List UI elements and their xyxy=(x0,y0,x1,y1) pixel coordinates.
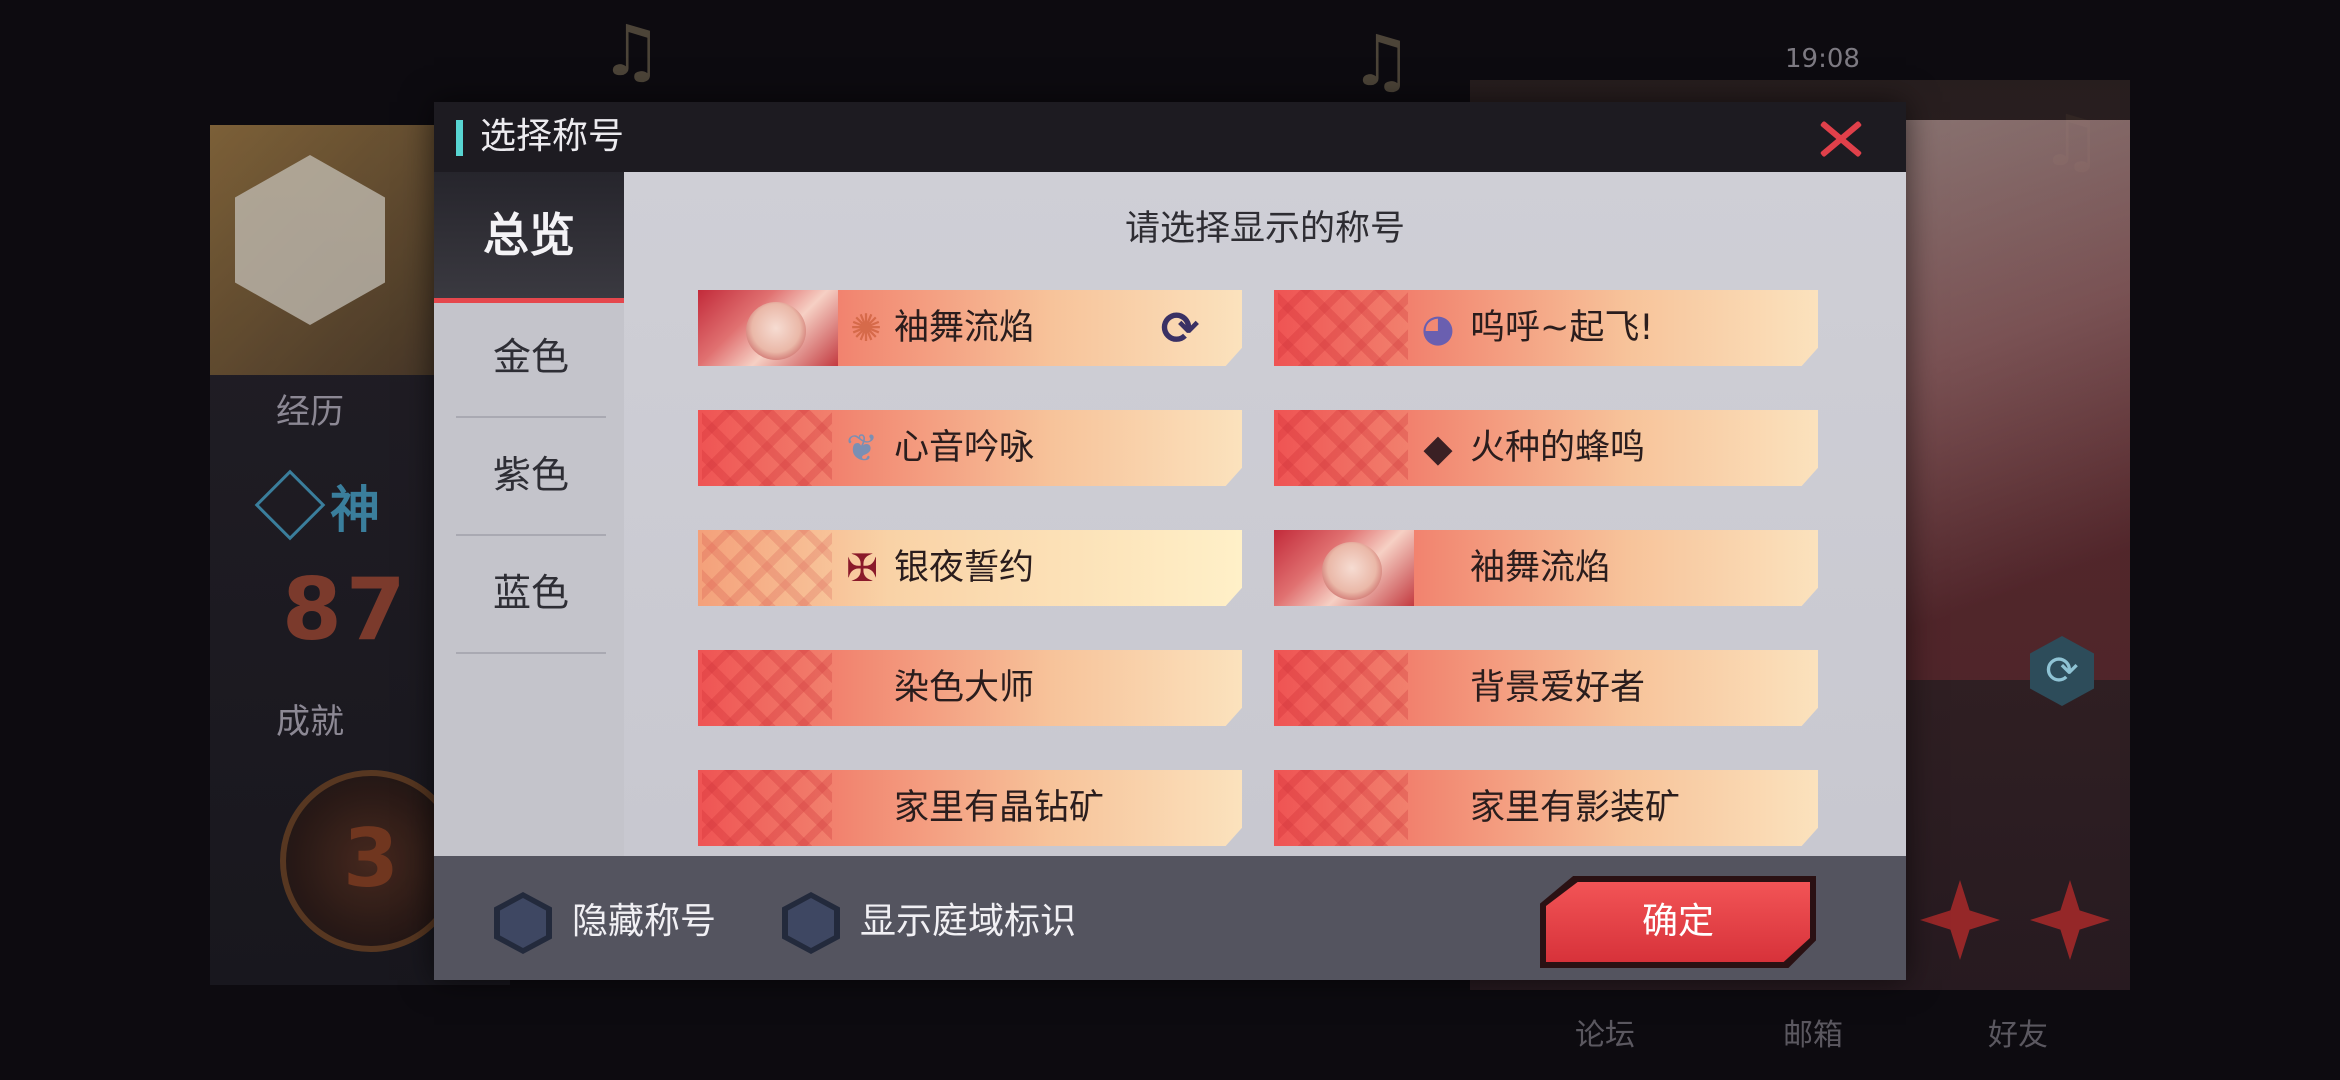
pattern-decoration xyxy=(702,410,832,486)
nav-mailbox[interactable]: 邮箱 xyxy=(1783,1010,1843,1054)
pattern-decoration xyxy=(702,530,832,606)
show-domain-checkbox[interactable] xyxy=(782,892,840,954)
close-icon[interactable] xyxy=(1820,118,1862,160)
title-card-background-fan[interactable]: 背景爱好者 xyxy=(1274,650,1818,726)
title-card-shadow-mine[interactable]: 家里有影装矿 xyxy=(1274,770,1818,846)
title-label: 银夜誓约 xyxy=(894,548,1035,588)
pattern-decoration xyxy=(1278,290,1408,366)
title-card-heart-chant[interactable]: ❦ 心音吟咏 xyxy=(698,410,1242,486)
title-card-sleeve-flame[interactable]: ✺ 袖舞流焰 ⟳ xyxy=(698,290,1242,366)
title-label: 家里有影装矿 xyxy=(1470,788,1681,828)
pattern-decoration xyxy=(702,650,832,726)
pattern-decoration xyxy=(1278,410,1408,486)
title-card-spark-buzz[interactable]: ◆ 火种的蜂鸣 xyxy=(1274,410,1818,486)
title-list: 请选择显示的称号 ✺ 袖舞流焰 ⟳ ◕ 呜呼~起飞! ❦ 心音吟咏 ◆ 火种的蜂… xyxy=(624,172,1906,856)
title-label: 袖舞流焰 xyxy=(894,308,1035,348)
header-accent-bar xyxy=(456,120,463,156)
title-label: 呜呼~起飞! xyxy=(1470,308,1654,348)
tab-blue[interactable]: 蓝色 xyxy=(456,534,606,654)
tab-gold[interactable]: 金色 xyxy=(456,298,606,418)
title-label: 火种的蜂鸣 xyxy=(1470,428,1646,468)
pattern-decoration xyxy=(702,770,832,846)
device-emblem-icon: ◆ xyxy=(1423,426,1453,470)
swap-current-icon: ⟳ xyxy=(1160,301,1200,355)
title-label: 袖舞流焰 xyxy=(1470,548,1611,588)
title-category-tabs: 总览 金色 紫色 蓝色 xyxy=(434,172,624,856)
pattern-decoration xyxy=(1278,650,1408,726)
nav-forum[interactable]: 论坛 xyxy=(1575,1010,1635,1054)
character-portrait xyxy=(698,290,838,366)
background-achievement-label: 成就 xyxy=(276,702,344,742)
music-note-icon: ♫ xyxy=(1350,20,1413,102)
confirm-button-label: 确定 xyxy=(1641,901,1714,942)
select-title-dialog: 选择称号 总览 金色 紫色 蓝色 请选择显示的称号 ✺ 袖舞流焰 ⟳ ◕ 呜呼~… xyxy=(434,102,1906,980)
show-domain-label: 显示庭域标识 xyxy=(860,901,1077,942)
hide-title-label: 隐藏称号 xyxy=(572,901,717,942)
background-stat-number: 87 xyxy=(282,560,410,660)
title-label: 心音吟咏 xyxy=(894,428,1035,468)
title-label: 染色大师 xyxy=(894,668,1035,708)
background-experience-label: 经历 xyxy=(276,392,344,432)
status-time: 19:08 xyxy=(1785,44,1860,74)
tab-overview[interactable]: 总览 xyxy=(434,172,624,303)
background-avatar xyxy=(210,125,440,375)
bird-emblem-icon: ❦ xyxy=(846,426,878,470)
cross-emblem-icon: ✠ xyxy=(846,546,878,590)
title-card-takeoff[interactable]: ◕ 呜呼~起飞! xyxy=(1274,290,1818,366)
tab-purple[interactable]: 紫色 xyxy=(456,416,606,536)
title-card-silver-night-oath[interactable]: ✠ 银夜誓约 xyxy=(698,530,1242,606)
pattern-decoration xyxy=(1278,770,1408,846)
medal-number: 3 xyxy=(343,812,399,905)
title-card-crystal-mine[interactable]: 家里有晶钻矿 xyxy=(698,770,1242,846)
dialog-title: 选择称号 xyxy=(480,116,625,157)
title-label: 家里有晶钻矿 xyxy=(894,788,1105,828)
background-character-art xyxy=(1880,120,2130,680)
music-note-icon: ♫ xyxy=(600,10,663,92)
select-prompt: 请选择显示的称号 xyxy=(1124,209,1405,249)
hide-title-checkbox[interactable] xyxy=(494,892,552,954)
title-card-sleeve-flame-2[interactable]: 袖舞流焰 xyxy=(1274,530,1818,606)
title-label: 背景爱好者 xyxy=(1470,668,1646,708)
background-god-label: 神 xyxy=(330,481,380,539)
nav-friends[interactable]: 好友 xyxy=(1988,1010,2048,1054)
ghost-emblem-icon: ◕ xyxy=(1421,306,1455,350)
sun-emblem-icon: ✺ xyxy=(850,306,882,350)
dialog-header: 选择称号 xyxy=(434,102,1906,172)
character-portrait xyxy=(1274,530,1414,606)
dialog-footer: 隐藏称号 显示庭域标识 确定 xyxy=(434,856,1906,980)
title-card-dye-master[interactable]: 染色大师 xyxy=(698,650,1242,726)
